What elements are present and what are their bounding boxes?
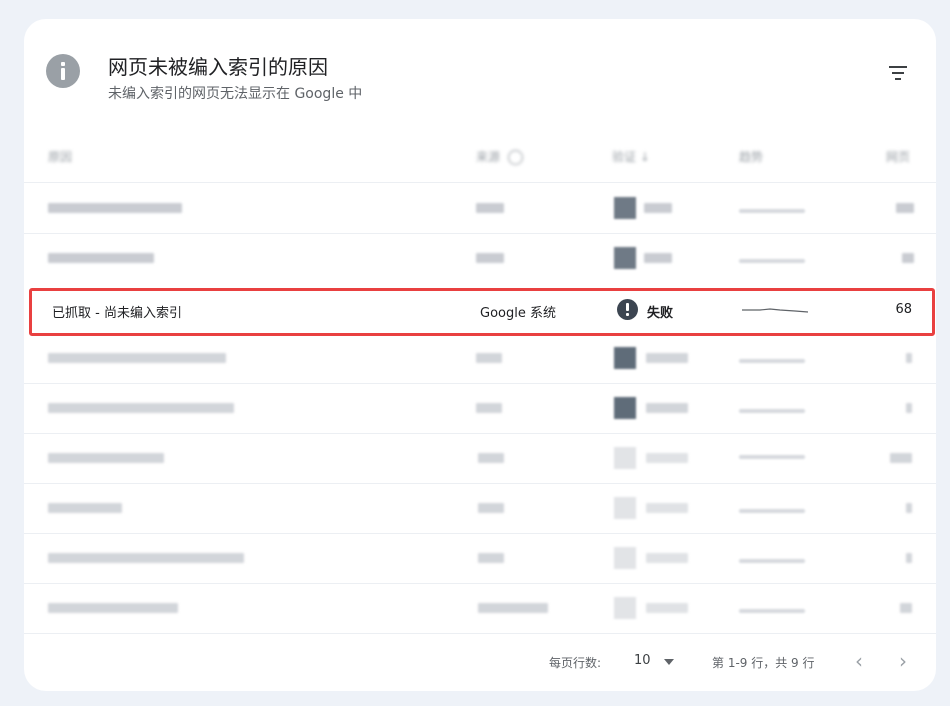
col-header-trend: 趋势: [739, 150, 764, 164]
table-row[interactable]: [24, 585, 936, 633]
help-icon[interactable]: [508, 150, 524, 165]
table-row[interactable]: [24, 185, 936, 233]
chevron-right-icon[interactable]: ›: [890, 648, 916, 674]
filter-icon[interactable]: [886, 63, 910, 83]
info-icon: [46, 54, 80, 88]
table-row[interactable]: [24, 535, 936, 583]
error-icon: [617, 299, 638, 320]
sort-arrow-icon: ↓: [639, 150, 650, 164]
highlighted-table-row[interactable]: 已抓取 - 尚未编入索引 Google 系统 失败 68: [29, 288, 935, 336]
row-page-count: 68: [895, 302, 912, 317]
table-row[interactable]: [24, 335, 936, 383]
trend-sparkline: [742, 308, 809, 313]
col-header-validation[interactable]: 验证 ↓: [612, 148, 650, 165]
rows-per-page-select[interactable]: 10: [634, 653, 651, 668]
pagination-range: 第 1-9 行，共 9 行: [712, 656, 815, 670]
table-row[interactable]: [24, 435, 936, 483]
row-source: Google 系统: [480, 306, 556, 321]
chevron-down-icon[interactable]: [664, 659, 674, 665]
table-row[interactable]: [24, 485, 936, 533]
col-header-source[interactable]: 来源: [476, 148, 524, 165]
table-row[interactable]: [24, 385, 936, 433]
index-report-card: 网页未被编入索引的原因 未编入索引的网页无法显示在 Google 中 原因 来源…: [24, 19, 936, 691]
card-title: 网页未被编入索引的原因: [108, 55, 328, 79]
col-header-reason[interactable]: 原因: [48, 148, 72, 165]
row-validation-status: 失败: [647, 306, 674, 321]
card-subtitle: 未编入索引的网页无法显示在 Google 中: [108, 86, 363, 102]
row-reason: 已抓取 - 尚未编入索引: [52, 306, 182, 321]
table-row[interactable]: [24, 235, 936, 283]
rows-per-page-label: 每页行数:: [549, 656, 602, 670]
chevron-left-icon[interactable]: ‹: [846, 648, 872, 674]
col-header-pages[interactable]: 网页: [886, 148, 910, 165]
